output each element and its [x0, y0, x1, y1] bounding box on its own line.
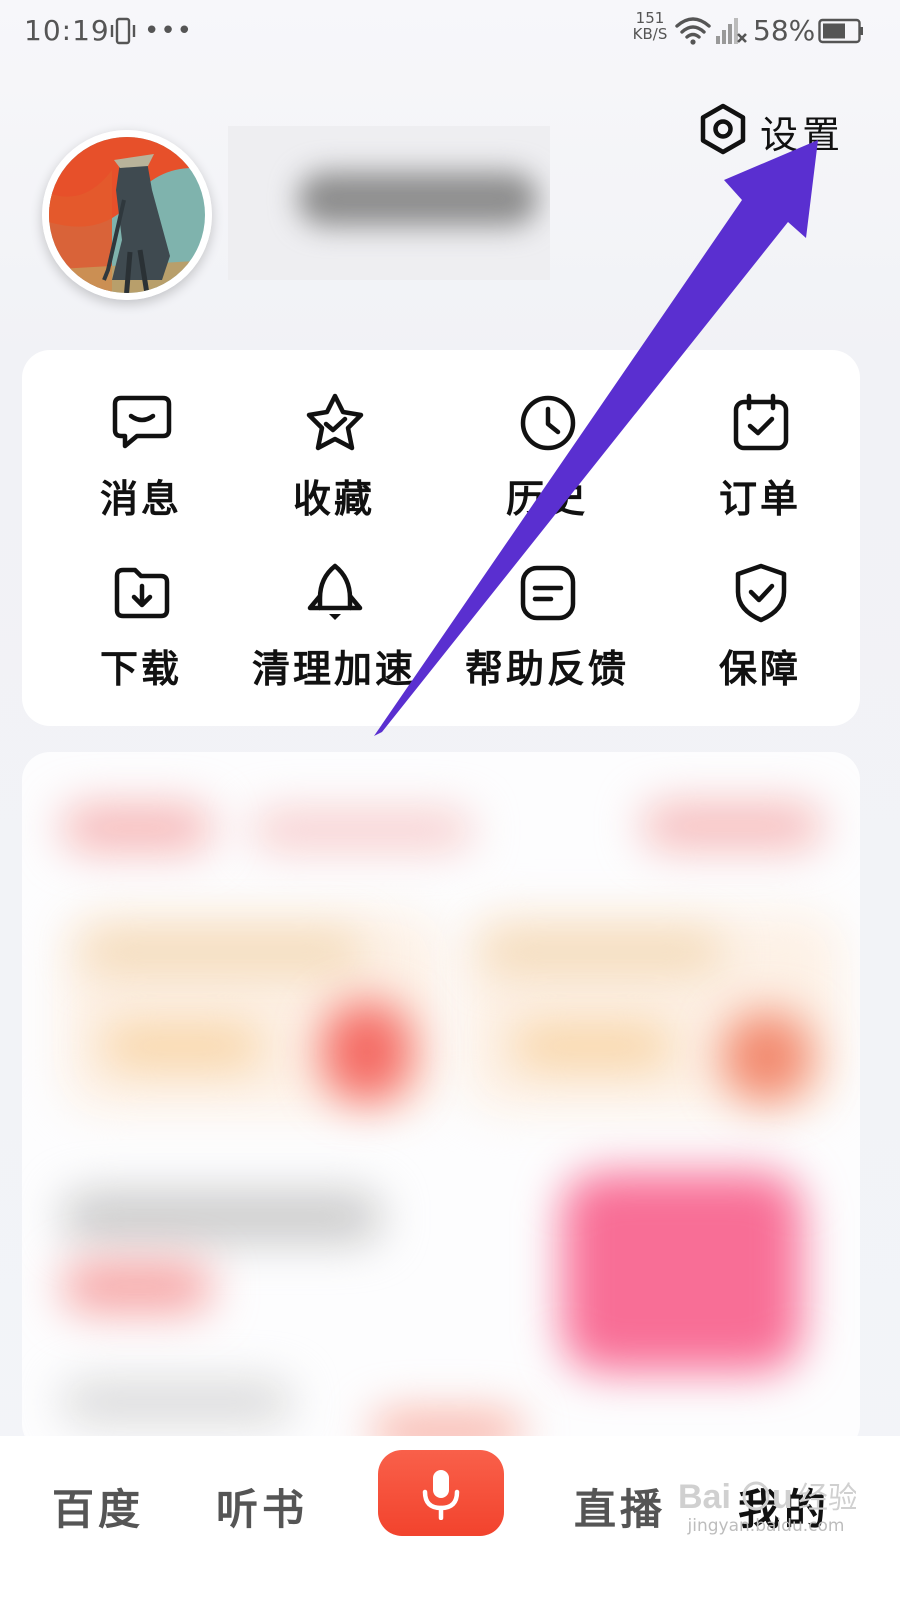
quick-action-messages[interactable]: 消息: [41, 392, 241, 542]
quick-action-label: 历史: [505, 477, 588, 521]
quick-action-history[interactable]: 历史: [447, 392, 647, 542]
rocket-icon: [307, 563, 363, 620]
status-time: 10:19: [24, 14, 110, 47]
nav-item-audiobooks[interactable]: 听书: [216, 1476, 308, 1537]
battery-icon: [818, 18, 863, 44]
calendar-check-icon: [733, 393, 789, 451]
quick-action-label: 保障: [718, 647, 801, 691]
quick-action-orders[interactable]: 订单: [660, 392, 860, 542]
nav-item-live[interactable]: 直播: [574, 1476, 666, 1537]
quick-action-downloads[interactable]: 下载: [41, 562, 241, 712]
svg-text:经验: 经验: [798, 1481, 856, 1516]
watermark-url: jingyan.baidu.com: [687, 1516, 845, 1536]
nav-item-baidu[interactable]: 百度: [52, 1476, 144, 1537]
watermark: Bai u 经验 jingyan.baidu.com: [676, 1474, 858, 1554]
quick-action-feedback[interactable]: 帮助反馈: [447, 562, 647, 712]
battery-percent: 58%: [753, 14, 816, 47]
quick-action-label: 消息: [99, 477, 182, 521]
microphone-icon: [422, 1470, 460, 1520]
shield-check-icon: [735, 563, 787, 623]
message-icon: [112, 395, 172, 449]
blurred-content-card: [22, 752, 860, 1452]
network-speed: 151 KB/S: [630, 10, 670, 42]
quick-action-cleanup[interactable]: 清理加速: [234, 562, 434, 712]
my-profile-screen: 10:19 ••• 151 KB/S 58% 设置 消息 收藏 历史 订单 下载…: [0, 0, 900, 1600]
quick-action-protection[interactable]: 保障: [660, 562, 860, 712]
quick-action-label: 清理加速: [251, 647, 416, 691]
clock-icon: [520, 395, 576, 451]
quick-action-favorites[interactable]: 收藏: [234, 392, 434, 542]
baidu-logo-watermark: Bai u 经验: [678, 1478, 858, 1516]
quick-action-label: 订单: [718, 477, 801, 521]
wifi-icon: [675, 17, 711, 45]
svg-text:Bai: Bai: [678, 1478, 731, 1516]
signal-icon: [716, 18, 747, 44]
network-speed-unit: KB/S: [632, 25, 668, 43]
voice-search-button[interactable]: [378, 1450, 504, 1536]
quick-actions-card: 消息 收藏 历史 订单 下载 清理加速 帮助反馈 保障: [22, 350, 860, 726]
quick-action-label: 帮助反馈: [464, 647, 629, 691]
username-blurred: [228, 126, 550, 280]
avatar[interactable]: [42, 130, 212, 300]
settings-label: 设置: [760, 113, 845, 157]
avatar-image: [42, 130, 212, 300]
settings-button[interactable]: 设置: [696, 98, 846, 160]
quick-action-label: 下载: [99, 647, 182, 691]
feedback-icon: [520, 565, 576, 621]
settings-gear-icon: [700, 103, 746, 155]
network-speed-value: 151: [635, 9, 665, 27]
more-dots-icon: •••: [144, 16, 194, 46]
vibrate-icon: [110, 17, 136, 45]
svg-text:u: u: [772, 1478, 793, 1516]
quick-action-label: 收藏: [292, 477, 375, 521]
status-bar: 10:19 ••• 151 KB/S 58%: [0, 0, 900, 62]
star-icon: [306, 393, 364, 451]
download-icon: [114, 567, 170, 619]
